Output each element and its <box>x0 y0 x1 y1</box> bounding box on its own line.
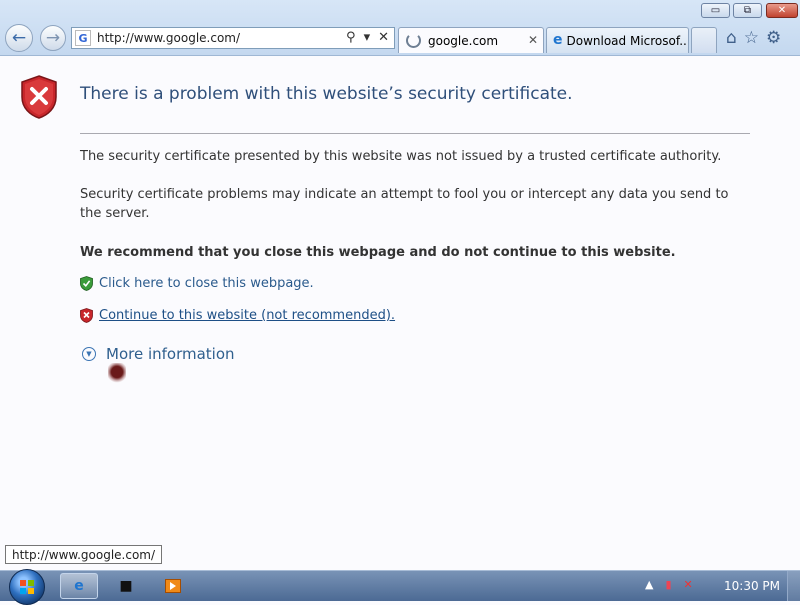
close-window-button[interactable]: ✕ <box>766 3 798 18</box>
command-prompt-icon: ■ <box>119 578 133 594</box>
forward-arrow-icon: → <box>45 28 61 48</box>
red-shield-x-icon <box>80 308 93 323</box>
maximize-button[interactable]: ⧉ <box>733 3 762 18</box>
tab-close-icon[interactable]: ✕ <box>528 33 538 47</box>
dropdown-icon[interactable]: ▾ <box>364 30 371 45</box>
page-title: There is a problem with this website’s s… <box>80 84 573 104</box>
favorites-star-icon[interactable]: ☆ <box>744 28 759 48</box>
minimize-button[interactable]: ▭ <box>701 3 730 18</box>
tab-download-microsoft[interactable]: e Download Microsof... <box>546 27 689 53</box>
ie-icon: e <box>553 32 563 48</box>
chevron-down-icon: ▼ <box>82 347 96 361</box>
back-button[interactable]: ← <box>5 24 33 52</box>
google-favicon-icon: G <box>75 30 91 46</box>
hand-cursor-icon <box>108 363 126 383</box>
show-desktop-button[interactable] <box>787 571 800 601</box>
recommendation-text: We recommend that you close this webpage… <box>80 245 676 260</box>
close-webpage-option[interactable]: Click here to close this webpage. <box>80 276 314 291</box>
taskbar-ie-button[interactable]: e <box>60 573 98 599</box>
address-url[interactable]: http://www.google.com/ <box>97 31 240 45</box>
address-bar[interactable]: G http://www.google.com/ ⚲ ▾ ✕ <box>71 27 395 49</box>
show-hidden-icons-arrow-icon[interactable]: ▲ <box>645 578 653 591</box>
tab-google[interactable]: google.com ✕ <box>398 27 544 53</box>
status-url-tooltip: http://www.google.com/ <box>5 545 163 564</box>
network-error-x-icon[interactable]: ✕ <box>684 578 693 591</box>
tab-label: Download Microsof... <box>566 33 689 48</box>
ie-icon: e <box>74 578 84 594</box>
windows-flag-icon <box>20 580 34 594</box>
tools-gear-icon[interactable]: ⚙ <box>766 28 781 48</box>
network-signal-icon[interactable]: ▮ <box>665 578 671 591</box>
stop-icon[interactable]: ✕ <box>378 30 389 45</box>
continue-to-website-link[interactable]: Continue to this website (not recommende… <box>99 308 395 323</box>
continue-option[interactable]: Continue to this website (not recommende… <box>80 308 395 323</box>
divider <box>80 133 750 134</box>
cert-error-page: There is a problem with this website’s s… <box>0 56 800 564</box>
red-shield-error-icon <box>21 75 57 119</box>
search-icon[interactable]: ⚲ <box>346 30 356 45</box>
home-icon[interactable]: ⌂ <box>726 28 737 48</box>
more-information-toggle[interactable]: ▼ More information <box>82 345 235 363</box>
forward-button[interactable]: → <box>40 25 66 51</box>
taskbar-clock[interactable]: 10:30 PM <box>724 579 780 593</box>
taskbar-media-player-button[interactable] <box>163 573 183 599</box>
tab-label: google.com <box>428 33 499 48</box>
system-tray: ▲ ▮ ✕ <box>645 578 693 591</box>
media-player-icon <box>165 579 181 593</box>
green-shield-check-icon <box>80 276 93 291</box>
explanation-paragraph: The security certificate presented by th… <box>80 149 722 164</box>
loading-spinner-icon <box>406 33 421 48</box>
back-arrow-icon: ← <box>11 28 27 48</box>
more-information-label: More information <box>106 345 235 363</box>
warning-paragraph: Security certificate problems may indica… <box>80 187 729 221</box>
taskbar: e ■ ▲ ▮ ✕ 10:30 PM <box>0 569 800 605</box>
close-webpage-link[interactable]: Click here to close this webpage. <box>99 276 314 291</box>
new-tab-button[interactable] <box>691 27 717 53</box>
taskbar-cmd-button[interactable]: ■ <box>116 573 136 599</box>
browser-chrome: ▭ ⧉ ✕ ← → G http://www.google.com/ ⚲ ▾ ✕… <box>0 0 800 56</box>
